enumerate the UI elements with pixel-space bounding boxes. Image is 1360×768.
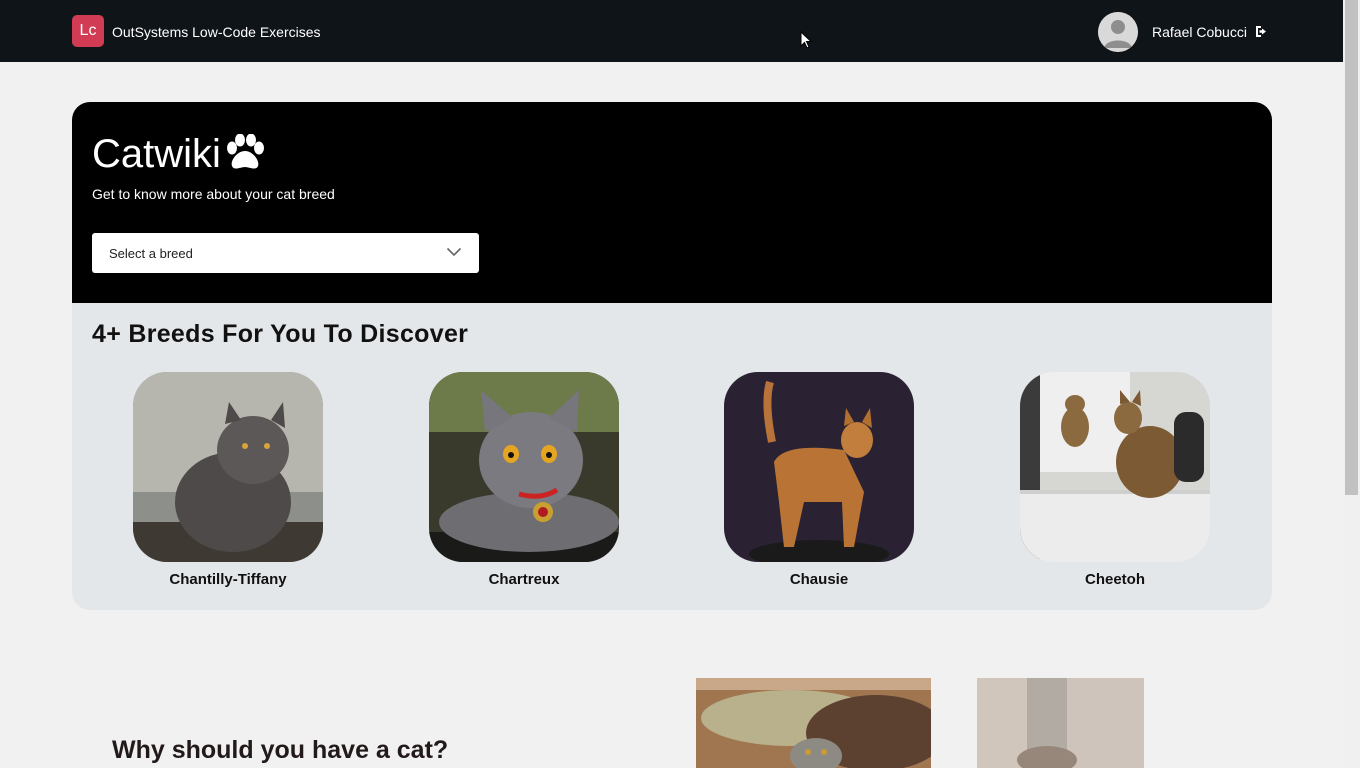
breed-image[interactable]	[133, 372, 323, 562]
chevron-down-icon	[446, 247, 462, 257]
breed-name[interactable]: Cheetoh	[1020, 571, 1210, 588]
breed-select-dropdown[interactable]: Select a breed	[92, 233, 479, 273]
breed-image[interactable]	[429, 372, 619, 562]
hero-subtitle: Get to know more about your cat breed	[92, 186, 335, 202]
hero-header: Catwiki Get to know more about your cat …	[72, 102, 1272, 303]
breeds-heading: 4+ Breeds For You To Discover	[92, 320, 469, 348]
app-logo[interactable]: Lc	[72, 15, 104, 47]
breed-name[interactable]: Chantilly-Tiffany	[133, 571, 323, 588]
mouse-cursor-icon	[800, 31, 812, 49]
breed-select-placeholder: Select a breed	[109, 246, 193, 261]
cat-photo	[977, 678, 1144, 768]
paw-icon	[227, 134, 264, 169]
hero-title: Catwiki	[92, 132, 221, 176]
cat-photo	[696, 678, 931, 768]
hero-panel: Catwiki Get to know more about your cat …	[72, 102, 1272, 610]
logout-icon[interactable]	[1255, 25, 1269, 38]
scrollbar-thumb[interactable]	[1345, 0, 1358, 495]
app-title[interactable]: OutSystems Low-Code Exercises	[112, 24, 321, 40]
user-name[interactable]: Rafael Cobucci	[1152, 24, 1247, 40]
breed-card[interactable]: Chausie	[724, 372, 914, 588]
breed-name[interactable]: Chartreux	[429, 571, 619, 588]
why-heading: Why should you have a cat?	[112, 736, 449, 764]
breed-card[interactable]: Cheetoh	[1020, 372, 1210, 588]
breed-name[interactable]: Chausie	[724, 571, 914, 588]
breed-image[interactable]	[1020, 372, 1210, 562]
breed-card[interactable]: Chantilly-Tiffany	[133, 372, 323, 588]
breed-image[interactable]	[724, 372, 914, 562]
top-navbar: Lc OutSystems Low-Code Exercises Rafael …	[0, 0, 1343, 62]
user-avatar[interactable]	[1098, 12, 1138, 52]
breed-card[interactable]: Chartreux	[429, 372, 619, 588]
